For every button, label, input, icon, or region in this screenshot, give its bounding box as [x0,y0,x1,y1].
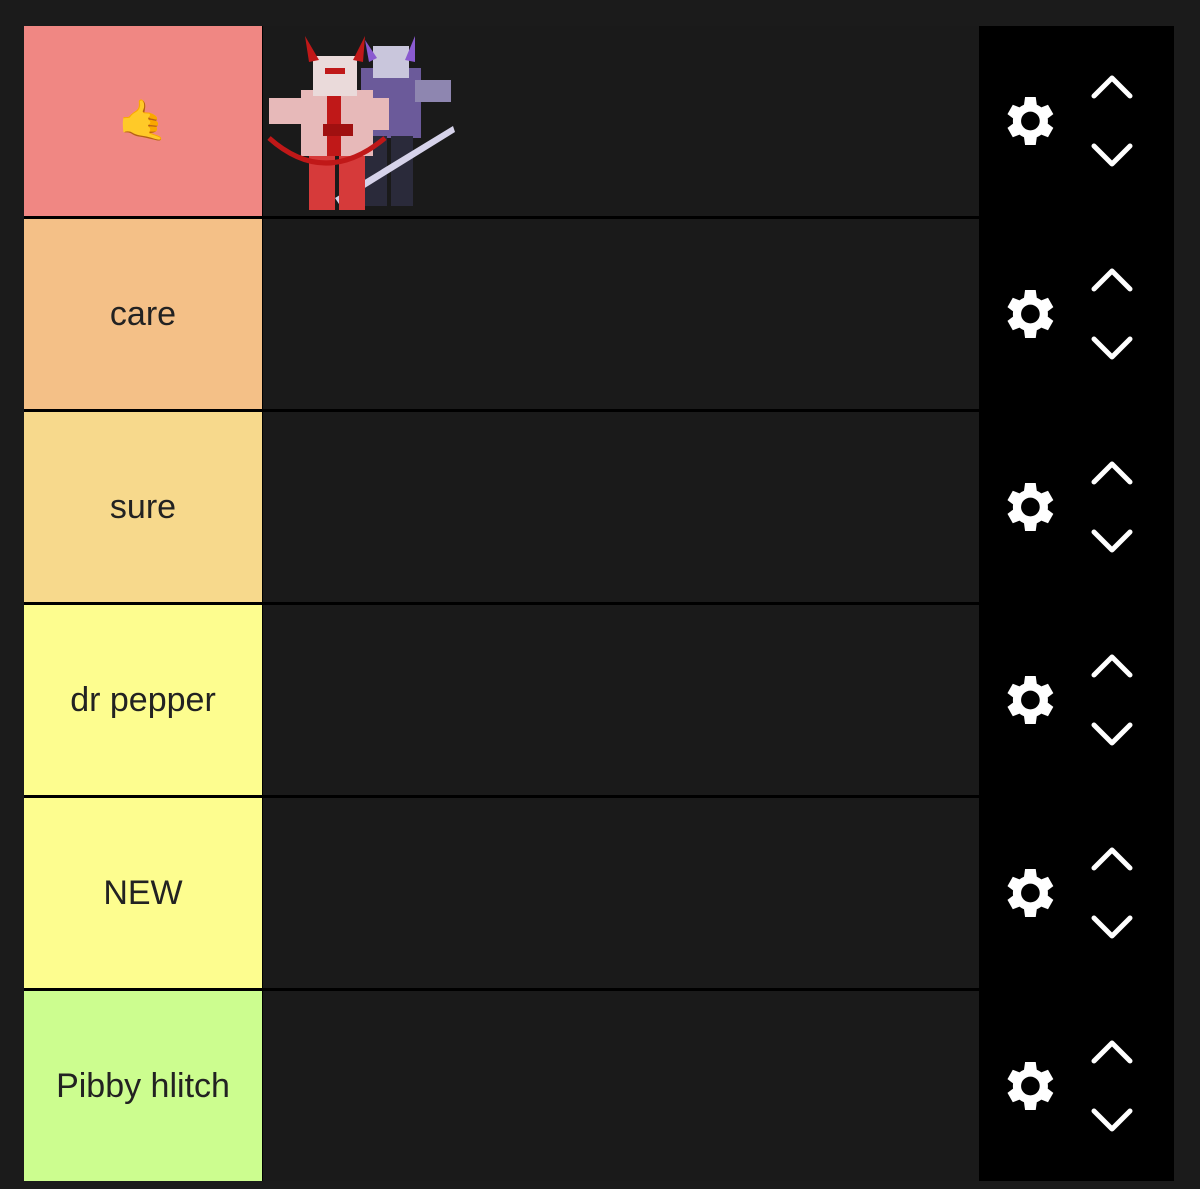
tier-controls [979,412,1174,602]
move-controls [1087,65,1137,177]
tier-items-dropzone[interactable] [263,798,979,988]
move-controls [1087,644,1137,756]
move-controls [1087,837,1137,949]
gear-icon[interactable] [993,279,1063,349]
tier-label-text: Pibby hlitch [56,1067,230,1105]
chevron-down-icon[interactable] [1087,1100,1137,1142]
move-controls [1087,258,1137,370]
tier-items-dropzone[interactable] [263,991,979,1181]
tier-row: care [24,219,1174,409]
chevron-down-icon[interactable] [1087,328,1137,370]
tier-row: dr pepper [24,605,1174,795]
tier-label[interactable]: dr pepper [24,605,263,795]
tier-controls [979,605,1174,795]
chevron-up-icon[interactable] [1087,258,1137,300]
gear-icon[interactable] [993,858,1063,928]
tier-controls [979,26,1174,216]
gear-icon[interactable] [993,665,1063,735]
tier-label-text: care [109,295,177,333]
tier-list-board: 🤙 care sure dr pepper NEW Pibby hlitch [24,26,1174,1181]
tier-items-dropzone[interactable] [263,26,979,216]
move-controls [1087,1030,1137,1142]
tier-label-text: NEW [103,874,183,912]
chevron-down-icon[interactable] [1087,714,1137,756]
tier-row: 🤙 [24,26,1174,216]
chevron-up-icon[interactable] [1087,65,1137,107]
tier-row: Pibby hlitch [24,991,1174,1181]
move-controls [1087,451,1137,563]
chevron-up-icon[interactable] [1087,451,1137,493]
chevron-up-icon[interactable] [1087,644,1137,686]
tier-label[interactable]: care [24,219,263,409]
chevron-down-icon[interactable] [1087,135,1137,177]
tier-items-dropzone[interactable] [263,412,979,602]
tier-controls [979,991,1174,1181]
tier-items-dropzone[interactable] [263,605,979,795]
tier-label-text: sure [109,488,177,526]
tier-row: NEW [24,798,1174,988]
tier-label-text: dr pepper [70,681,216,719]
chevron-up-icon[interactable] [1087,837,1137,879]
gear-icon[interactable] [993,472,1063,542]
tier-label-text: 🤙 [118,98,168,144]
chevron-up-icon[interactable] [1087,1030,1137,1072]
tier-label[interactable]: sure [24,412,263,602]
tier-items-dropzone[interactable] [263,219,979,409]
tier-label[interactable]: Pibby hlitch [24,991,263,1181]
chevron-down-icon[interactable] [1087,907,1137,949]
character-thumbnail[interactable] [265,28,457,214]
tier-row: sure [24,412,1174,602]
chevron-down-icon[interactable] [1087,521,1137,563]
tier-controls [979,798,1174,988]
gear-icon[interactable] [993,86,1063,156]
tier-label[interactable]: 🤙 [24,26,263,216]
gear-icon[interactable] [993,1051,1063,1121]
tier-controls [979,219,1174,409]
tier-label[interactable]: NEW [24,798,263,988]
